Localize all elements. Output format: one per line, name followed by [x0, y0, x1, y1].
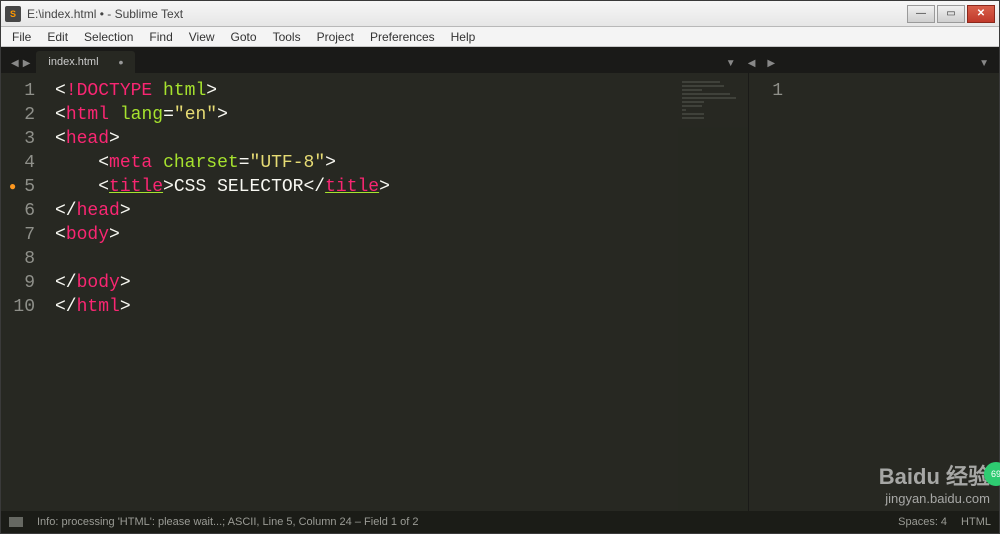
- window-title: E:\index.html • - Sublime Text: [27, 7, 907, 21]
- menu-goto[interactable]: Goto: [224, 28, 264, 46]
- line-gutter: 1 2 3 4 ●5 6 7 8 9 10: [1, 73, 45, 511]
- window-titlebar: S E:\index.html • - Sublime Text — ▭ ✕: [1, 1, 999, 27]
- history-forward-icon[interactable]: ▶: [23, 58, 31, 69]
- line-gutter-right: 1: [749, 73, 793, 511]
- tab-dirty-indicator: •: [119, 57, 124, 67]
- status-bar: Info: processing 'HTML': please wait...;…: [1, 511, 999, 533]
- tab-index-html[interactable]: index.html •: [36, 51, 135, 73]
- pane2-back-icon[interactable]: ◀: [748, 58, 756, 69]
- editor-pane-left[interactable]: 1 2 3 4 ●5 6 7 8 9 10 <!DOCTYPE html> <h…: [1, 73, 749, 511]
- history-back-icon[interactable]: ◀: [11, 58, 19, 69]
- title-text: CSS SELECTOR: [174, 177, 304, 197]
- menu-view[interactable]: View: [182, 28, 222, 46]
- editor-pane-right[interactable]: 1: [749, 73, 999, 511]
- attr-charset-value: UTF-8: [260, 153, 314, 173]
- pane-dropdown-icon[interactable]: ▼: [726, 58, 736, 69]
- menu-tools[interactable]: Tools: [266, 28, 308, 46]
- menu-project[interactable]: Project: [310, 28, 361, 46]
- menu-help[interactable]: Help: [444, 28, 483, 46]
- status-syntax[interactable]: HTML: [961, 516, 991, 528]
- status-spaces[interactable]: Spaces: 4: [898, 516, 947, 528]
- tab-bar: ◀ ▶ index.html • ▼ ◀ ▶ ▼: [1, 47, 999, 73]
- code-editor[interactable]: <!DOCTYPE html> <html lang="en"> <head> …: [45, 73, 748, 511]
- modified-line-icon: ●: [9, 175, 16, 199]
- pane2-dropdown-icon[interactable]: ▼: [979, 58, 989, 69]
- menu-preferences[interactable]: Preferences: [363, 28, 442, 46]
- pane2-forward-icon[interactable]: ▶: [767, 58, 775, 69]
- menu-file[interactable]: File: [5, 28, 38, 46]
- menu-bar: File Edit Selection Find View Goto Tools…: [1, 27, 999, 47]
- status-panel-icon[interactable]: [9, 517, 23, 527]
- code-editor-right[interactable]: [793, 73, 999, 511]
- maximize-button[interactable]: ▭: [937, 5, 965, 23]
- minimize-button[interactable]: —: [907, 5, 935, 23]
- status-info: Info: processing 'HTML': please wait...;…: [37, 516, 418, 528]
- menu-find[interactable]: Find: [142, 28, 179, 46]
- close-button[interactable]: ✕: [967, 5, 995, 23]
- attr-lang-value: en: [185, 105, 207, 125]
- menu-edit[interactable]: Edit: [40, 28, 75, 46]
- menu-selection[interactable]: Selection: [77, 28, 140, 46]
- app-icon: S: [5, 6, 21, 22]
- tab-label: index.html: [48, 56, 98, 68]
